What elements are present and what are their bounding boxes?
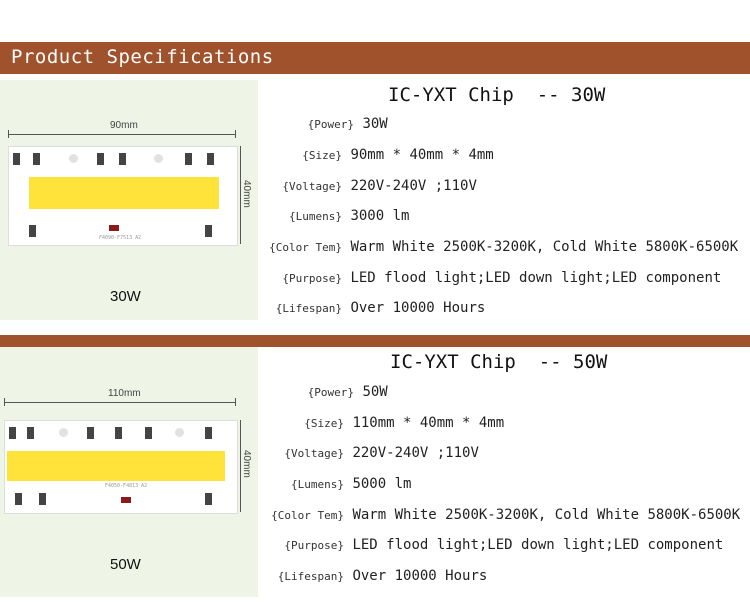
spec-value: 110mm * 40mm * 4mm — [352, 415, 505, 431]
spec-label: {Color Tem} — [271, 509, 344, 522]
watt-label: 30W — [110, 288, 141, 305]
pad — [87, 427, 94, 439]
spec-value: LED flood light;LED down light;LED compo… — [350, 270, 722, 286]
spec-row-power: {Power} 50W — [268, 384, 388, 404]
pad — [119, 153, 126, 165]
spec-row-lumens: {Lumens} 5000 lm — [268, 476, 411, 496]
pad — [13, 153, 20, 165]
spec-row-purpose: {Purpose} LED flood light;LED down light… — [268, 270, 721, 290]
pad — [185, 153, 192, 165]
pad — [145, 427, 152, 439]
led-board-30w: F4090-F7513 A2 — [8, 146, 238, 246]
pad — [205, 493, 212, 505]
width-dimension-line — [8, 134, 236, 135]
board-marking: F4050-F4813 A2 — [105, 483, 148, 489]
spec-row-lifespan: {Lifespan} Over 10000 Hours — [268, 300, 486, 320]
pad — [207, 153, 214, 165]
spec-value: 90mm * 40mm * 4mm — [350, 147, 494, 163]
spec-value: Over 10000 Hours — [350, 300, 486, 316]
spec-label: {Voltage} — [284, 447, 344, 460]
spec-value: LED flood light;LED down light;LED compo… — [352, 537, 724, 553]
spec-label: {Lifespan} — [275, 302, 342, 315]
mount-hole — [69, 154, 78, 163]
width-dimension-tick-right — [235, 130, 236, 138]
spec-label: {Power} — [307, 118, 354, 131]
spec-label: {Size} — [302, 149, 342, 162]
product-title: IC-YXT Chip -- 50W — [390, 351, 608, 373]
section-header: Product Specifications — [0, 42, 750, 74]
spec-row-size: {Size} 110mm * 40mm * 4mm — [268, 415, 504, 435]
mount-hole — [59, 428, 68, 437]
height-label: 40mm — [241, 450, 252, 478]
spec-label: {Lifespan} — [277, 570, 344, 583]
spec-value: Over 10000 Hours — [352, 568, 488, 584]
spec-value: Warm White 2500K-3200K, Cold White 5800K… — [352, 507, 741, 523]
spec-label: {Lumens} — [291, 478, 344, 491]
led-board-50w: F4050-F4813 A2 — [4, 420, 238, 514]
pad — [27, 427, 34, 439]
spec-row-power: {Power} 30W — [268, 116, 388, 136]
spec-label: {Voltage} — [282, 180, 342, 193]
pad — [39, 493, 46, 505]
spec-value: 5000 lm — [352, 476, 412, 492]
spec-row-color-temperature: {Color Tem} Warm White 2500K-3200K, Cold… — [268, 239, 738, 259]
width-dimension-line — [4, 402, 236, 403]
spec-row-lifespan: {Lifespan} Over 10000 Hours — [268, 568, 488, 588]
product-title: IC-YXT Chip -- 30W — [388, 84, 606, 106]
cob-led-strip — [29, 177, 219, 209]
spec-value: 220V-240V ;110V — [352, 445, 479, 461]
spec-label: {Lumens} — [289, 210, 342, 223]
pad — [205, 225, 212, 237]
mount-hole — [175, 428, 184, 437]
spec-value: 30W — [362, 116, 388, 132]
watt-label: 50W — [110, 556, 141, 573]
width-dimension-tick-left — [4, 398, 5, 406]
height-label: 40mm — [241, 180, 252, 208]
spec-row-size: {Size} 90mm * 40mm * 4mm — [268, 147, 494, 167]
width-dimension-tick-left — [8, 130, 9, 138]
spec-row-voltage: {Voltage} 220V-240V ;110V — [268, 178, 477, 198]
pad — [15, 493, 22, 505]
cob-led-strip — [7, 451, 225, 481]
spec-label: {Purpose} — [282, 272, 342, 285]
spec-row-voltage: {Voltage} 220V-240V ;110V — [268, 445, 479, 465]
driver-ic — [109, 225, 119, 231]
spec-label: {Power} — [307, 386, 354, 399]
spec-value: Warm White 2500K-3200K, Cold White 5800K… — [350, 239, 739, 255]
spec-value: 220V-240V ;110V — [350, 178, 477, 194]
spec-label: {Size} — [304, 417, 344, 430]
pad — [205, 427, 212, 439]
driver-ic — [121, 497, 131, 503]
pad — [97, 153, 104, 165]
section-divider — [0, 335, 750, 347]
pad — [33, 153, 40, 165]
mount-hole — [154, 154, 163, 163]
pad — [115, 427, 122, 439]
spec-row-color-temperature: {Color Tem} Warm White 2500K-3200K, Cold… — [268, 507, 740, 527]
pad — [9, 427, 16, 439]
spec-row-purpose: {Purpose} LED flood light;LED down light… — [268, 537, 723, 557]
section-title: Product Specifications — [11, 46, 274, 68]
spec-value: 3000 lm — [350, 208, 410, 224]
spec-row-lumens: {Lumens} 3000 lm — [268, 208, 409, 228]
board-marking: F4090-F7513 A2 — [99, 235, 142, 241]
width-label: 110mm — [108, 388, 141, 399]
spec-value: 50W — [362, 384, 388, 400]
pad — [29, 225, 36, 237]
width-label: 90mm — [110, 120, 138, 131]
width-dimension-tick-right — [235, 398, 236, 406]
spec-label: {Purpose} — [284, 539, 344, 552]
spec-label: {Color Tem} — [269, 241, 342, 254]
